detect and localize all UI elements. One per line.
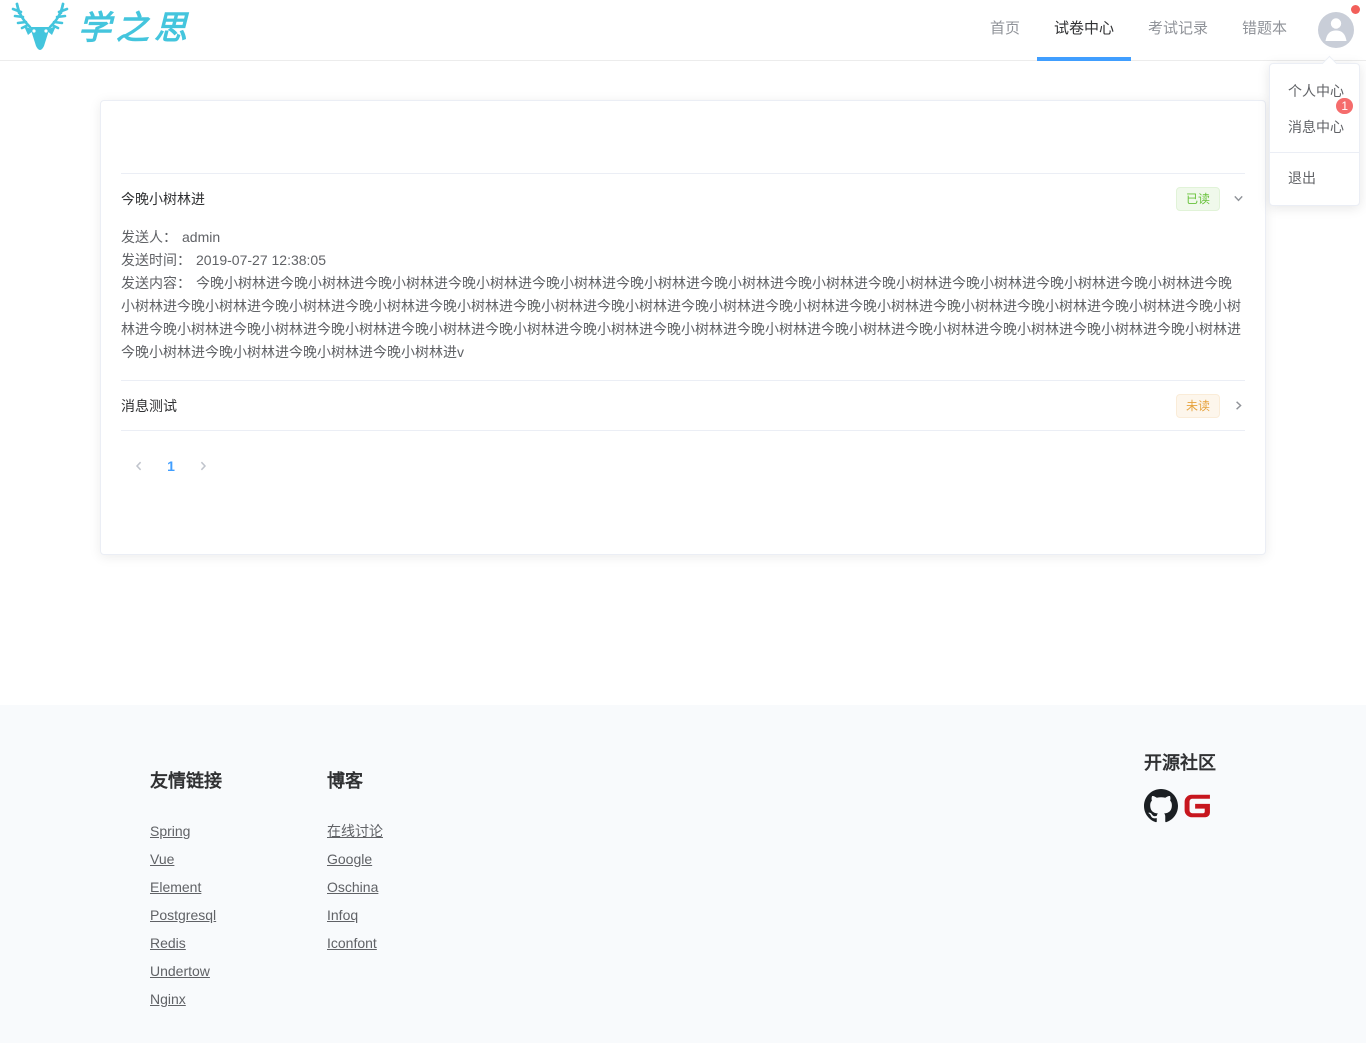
sender-row: 发送人： admin (121, 226, 1245, 249)
chevron-right-icon[interactable] (1232, 399, 1245, 412)
footer-link-nginx[interactable]: Nginx (150, 991, 186, 1007)
unread-count-badge: 1 (1335, 97, 1354, 115)
message-header[interactable]: 今晚小树林进 已读 (121, 174, 1245, 223)
sender-label: 发送人： (121, 229, 177, 245)
menu-item-message-center-label: 消息中心 (1288, 119, 1344, 135)
message-title: 消息测试 (121, 396, 1176, 416)
header: 学之思 首页 试卷中心 考试记录 错题本 (0, 0, 1366, 61)
footer-column-title: 博客 (327, 767, 383, 793)
sender-value: admin (182, 229, 220, 245)
nav-item-exam-records[interactable]: 考试记录 (1131, 0, 1225, 61)
footer-link-spring[interactable]: Spring (150, 823, 190, 839)
footer-friend-links-column: 友情链接 Spring Vue Element Postgresql Redis… (150, 753, 327, 1013)
brand-name: 学之思 (78, 0, 192, 56)
main-nav: 首页 试卷中心 考试记录 错题本 (973, 0, 1366, 61)
user-icon (1318, 12, 1354, 48)
message-list-card: 今晚小树林进 已读 发送人： admin 发送时间： 2019-07-27 12:3… (100, 100, 1266, 555)
footer-link-iconfont[interactable]: Iconfont (327, 935, 377, 951)
content-row: 发送内容：今晚小树林进今晚小树林进今晚小树林进今晚小树林进今晚小树林进今晚小树林… (121, 272, 1245, 364)
footer-link-postgresql[interactable]: Postgresql (150, 907, 216, 923)
deer-logo-icon (8, 0, 72, 61)
footer-link-vue[interactable]: Vue (150, 851, 174, 867)
message-collapse-list: 今晚小树林进 已读 发送人： admin 发送时间： 2019-07-27 12:3… (121, 173, 1245, 431)
gitee-icon[interactable] (1181, 790, 1213, 827)
card-top-spacer (121, 121, 1245, 173)
footer-link-infoq[interactable]: Infoq (327, 907, 358, 923)
message-item-collapsed: 消息测试 未读 (121, 381, 1245, 431)
message-item-expanded: 今晚小树林进 已读 发送人： admin 发送时间： 2019-07-27 12:3… (121, 174, 1245, 381)
footer-link-online-discussion[interactable]: 在线讨论 (327, 823, 383, 839)
send-time-value: 2019-07-27 12:38:05 (196, 252, 326, 268)
github-icon[interactable] (1144, 789, 1178, 828)
menu-divider (1270, 152, 1359, 153)
send-time-label: 发送时间： (121, 252, 191, 268)
notification-dot (1351, 5, 1360, 14)
footer-blog-column: 博客 在线讨论 Google Oschina Infoq Iconfont (327, 753, 383, 1013)
nav-item-exam-center[interactable]: 试卷中心 (1037, 0, 1131, 61)
footer: 友情链接 Spring Vue Element Postgresql Redis… (0, 705, 1366, 1043)
status-badge-read: 已读 (1176, 187, 1220, 211)
footer-community-block: 开源社区 (1144, 749, 1216, 1009)
prev-page-button[interactable] (123, 452, 155, 480)
message-title: 今晚小树林进 (121, 189, 1176, 209)
user-avatar[interactable] (1318, 12, 1354, 48)
nav-item-wrong-book[interactable]: 错题本 (1225, 0, 1304, 61)
community-title: 开源社区 (1144, 749, 1216, 775)
chevron-down-icon[interactable] (1232, 192, 1245, 205)
footer-column-title: 友情链接 (150, 767, 327, 793)
message-body: 发送人： admin 发送时间： 2019-07-27 12:38:05 发送内容：… (121, 223, 1245, 380)
next-page-button[interactable] (187, 452, 219, 480)
footer-link-google[interactable]: Google (327, 851, 372, 867)
content-label: 发送内容： (121, 275, 191, 291)
user-dropdown-menu: 个人中心 消息中心 1 退出 (1269, 63, 1360, 206)
content-value: 今晚小树林进今晚小树林进今晚小树林进今晚小树林进今晚小树林进今晚小树林进今晚小树… (121, 275, 1241, 360)
footer-link-redis[interactable]: Redis (150, 935, 186, 951)
message-header[interactable]: 消息测试 未读 (121, 381, 1245, 430)
menu-item-logout[interactable]: 退出 (1270, 160, 1359, 196)
send-time-row: 发送时间： 2019-07-27 12:38:05 (121, 249, 1245, 272)
menu-item-message-center[interactable]: 消息中心 1 (1270, 109, 1359, 145)
footer-link-element[interactable]: Element (150, 879, 201, 895)
logo[interactable]: 学之思 (8, 0, 192, 61)
page-number-current[interactable]: 1 (155, 452, 187, 480)
footer-link-oschina[interactable]: Oschina (327, 879, 378, 895)
pagination: 1 (123, 452, 1245, 480)
footer-link-undertow[interactable]: Undertow (150, 963, 210, 979)
status-badge-unread: 未读 (1176, 394, 1220, 418)
nav-item-home[interactable]: 首页 (973, 0, 1037, 61)
